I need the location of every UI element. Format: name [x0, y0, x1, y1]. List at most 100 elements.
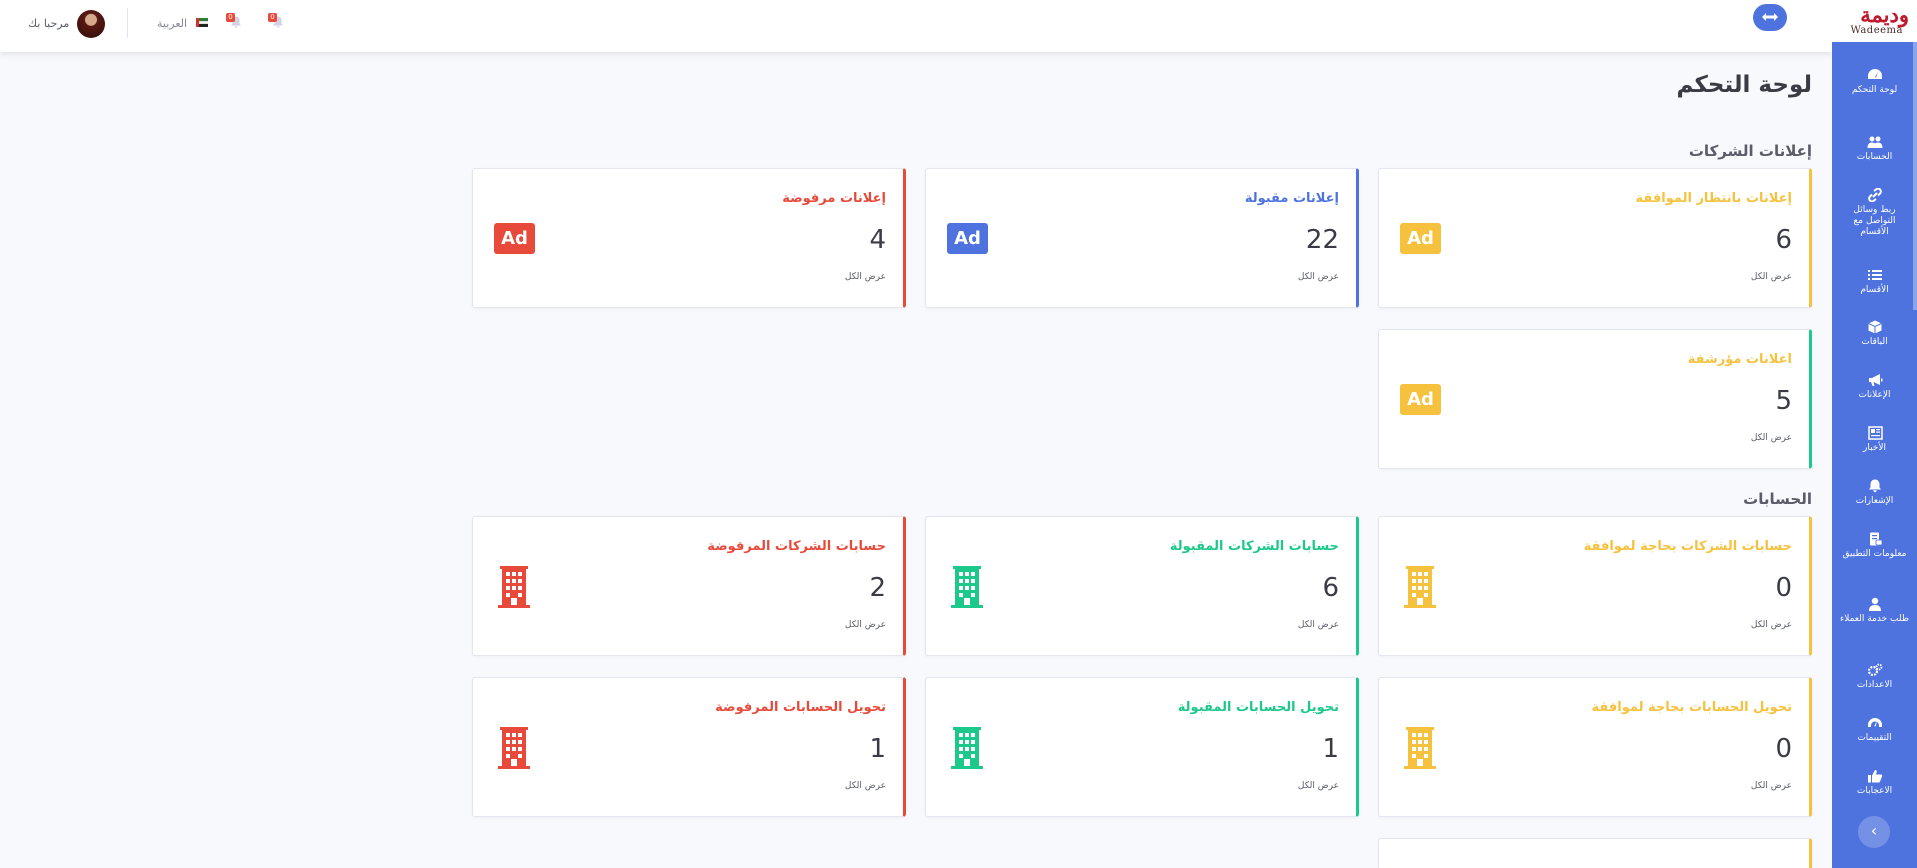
list-icon [1867, 270, 1882, 280]
ad-icon: Ad [494, 223, 535, 254]
card-partial-bottom[interactable] [1378, 838, 1812, 868]
card-value: 2 [869, 573, 886, 603]
logo-latin-text: Wadeema [1850, 25, 1903, 36]
sidebar-item-label: الاعدادات [1856, 680, 1893, 690]
sidebar-item-settings[interactable]: الاعدادات [1832, 663, 1917, 691]
expand-arrows-button[interactable] [1753, 4, 1787, 31]
card-account-transfers-pending[interactable]: تحويل الحسابات بحاجة لموافقة 0 عرض الكل [1378, 677, 1812, 817]
sidebar-item-label: الحسابات [1856, 152, 1893, 162]
bell-icon [1868, 479, 1881, 493]
box-icon [1867, 320, 1882, 334]
sidebar-item-dashboard[interactable]: لوحة التحكم [1832, 68, 1917, 96]
page-title: لوحة التحكم [1676, 72, 1812, 98]
card-ads-rejected[interactable]: إعلانات مرفوضة 4 عرض الكل Ad [472, 168, 906, 308]
building-icon [950, 566, 984, 608]
sidebar-item-app-info[interactable]: معلومات التطبيق [1832, 532, 1917, 560]
sidebar-item-label: معلومات التطبيق [1842, 549, 1907, 559]
sidebar-item-label: الاعجابات [1856, 786, 1893, 796]
building-icon [497, 566, 531, 608]
message-count-badge: 0 [226, 13, 235, 22]
megaphone-icon [1868, 374, 1882, 386]
sidebar-item-ratings[interactable]: التقييمات [1832, 716, 1917, 744]
card-value: 0 [1775, 734, 1792, 764]
sidebar-item-label: طلب خدمة العملاء [1839, 614, 1910, 624]
view-all-link[interactable]: عرض الكل [1298, 781, 1339, 791]
section-title-accounts: الحسابات [1743, 490, 1812, 508]
rating-icon [1867, 718, 1882, 727]
sidebar-item-ads[interactable]: الإعلانات [1832, 373, 1917, 401]
sidebar-item-label: الإعلانات [1858, 390, 1891, 400]
language-selector[interactable]: العربية [157, 17, 187, 30]
sidebar-toggle-button[interactable]: ‹ [1858, 816, 1890, 848]
card-ads-archived[interactable]: اعلانات مؤرشفة 5 عرض الكل Ad [1378, 329, 1812, 469]
building-icon [1403, 566, 1437, 608]
card-title: حسابات الشركات المرفوضة [707, 539, 886, 554]
card-ads-pending[interactable]: إعلانات بانتظار الموافقة 6 عرض الكل Ad [1378, 168, 1812, 308]
card-company-accounts-pending[interactable]: حسابات الشركات بحاجة لموافقة 0 عرض الكل [1378, 516, 1812, 656]
card-title: إعلانات مقبولة [1244, 191, 1339, 206]
card-title: حسابات الشركات بحاجة لموافقة [1583, 539, 1792, 554]
building-icon [950, 727, 984, 769]
card-title: حسابات الشركات المقبولة [1169, 539, 1339, 554]
sidebar-item-news[interactable]: الأخبار [1832, 426, 1917, 454]
chevron-left-icon: ‹ [1870, 821, 1878, 840]
topbar: 0 0 العربية مرحبا بك [0, 0, 1832, 52]
sidebar-item-label: الباقات [1861, 337, 1888, 347]
card-ads-accepted[interactable]: إعلانات مقبولة 22 عرض الكل Ad [925, 168, 1359, 308]
logo-arabic-text: وديمة [1860, 2, 1909, 27]
sidebar-item-likes[interactable]: الاعجابات [1832, 769, 1917, 797]
view-all-link[interactable]: عرض الكل [1751, 272, 1792, 282]
view-all-link[interactable]: عرض الكل [1751, 781, 1792, 791]
sidebar-item-label: التقييمات [1857, 733, 1892, 743]
building-icon [1403, 727, 1437, 769]
uae-flag-icon[interactable] [196, 18, 208, 27]
users-icon [1867, 136, 1882, 148]
view-all-link[interactable]: عرض الكل [845, 620, 886, 630]
newspaper-icon [1867, 426, 1883, 440]
view-all-link[interactable]: عرض الكل [845, 272, 886, 282]
notifications-bell-icon[interactable]: 0 [268, 13, 288, 31]
card-company-accounts-rejected[interactable]: حسابات الشركات المرفوضة 2 عرض الكل [472, 516, 906, 656]
sidebar-item-packages[interactable]: الباقات [1832, 320, 1917, 348]
sidebar-item-label: الأخبار [1862, 443, 1886, 453]
sidebar-item-notifications[interactable]: الإشعارات [1832, 479, 1917, 507]
card-title: تحويل الحسابات المقبولة [1177, 700, 1339, 715]
card-title: تحويل الحسابات المرفوضة [715, 700, 886, 715]
sidebar-item-label: ربط وسائل التواصل مع الأقسام [1853, 205, 1896, 237]
cogs-icon [1867, 663, 1882, 677]
thumbs-up-icon [1867, 770, 1882, 783]
view-all-link[interactable]: عرض الكل [1751, 433, 1792, 443]
notification-count-badge: 0 [268, 13, 277, 22]
sidebar-item-sections[interactable]: الأقسام [1832, 268, 1917, 296]
card-account-transfers-accepted[interactable]: تحويل الحسابات المقبولة 1 عرض الكل [925, 677, 1359, 817]
card-value: 6 [1322, 573, 1339, 603]
card-value: 22 [1305, 225, 1339, 255]
section-title-ads: إعلانات الشركات [1688, 142, 1812, 160]
ad-icon: Ad [947, 223, 988, 254]
card-title: تحويل الحسابات بحاجة لموافقة [1591, 700, 1792, 715]
card-value: 1 [1322, 734, 1339, 764]
view-all-link[interactable]: عرض الكل [1298, 272, 1339, 282]
card-title: إعلانات بانتظار الموافقة [1635, 191, 1792, 206]
sidebar-item-accounts[interactable]: الحسابات [1832, 135, 1917, 163]
sidebar-item-social-links[interactable]: ربط وسائل التواصل مع الأقسام [1832, 188, 1917, 238]
ad-icon: Ad [1400, 384, 1441, 415]
arrows-horizontal-icon [1762, 13, 1778, 21]
sidebar-item-customer-service[interactable]: طلب خدمة العملاء [1832, 597, 1917, 625]
card-company-accounts-accepted[interactable]: حسابات الشركات المقبولة 6 عرض الكل [925, 516, 1359, 656]
view-all-link[interactable]: عرض الكل [1298, 620, 1339, 630]
link-icon [1867, 188, 1882, 202]
card-account-transfers-rejected[interactable]: تحويل الحسابات المرفوضة 1 عرض الكل [472, 677, 906, 817]
dashboard-icon [1867, 69, 1882, 79]
sidebar-item-label: الأقسام [1860, 285, 1889, 295]
topbar-divider [127, 8, 128, 38]
sidebar-item-label: الإشعارات [1855, 496, 1894, 506]
view-all-link[interactable]: عرض الكل [845, 781, 886, 791]
avatar[interactable] [77, 10, 105, 38]
brand-logo[interactable]: وديمة Wadeema [1832, 0, 1917, 42]
messages-bell-icon[interactable]: 0 [226, 13, 246, 31]
welcome-text[interactable]: مرحبا بك [28, 17, 69, 30]
card-value: 4 [869, 225, 886, 255]
view-all-link[interactable]: عرض الكل [1751, 620, 1792, 630]
card-title: إعلانات مرفوضة [782, 191, 886, 206]
